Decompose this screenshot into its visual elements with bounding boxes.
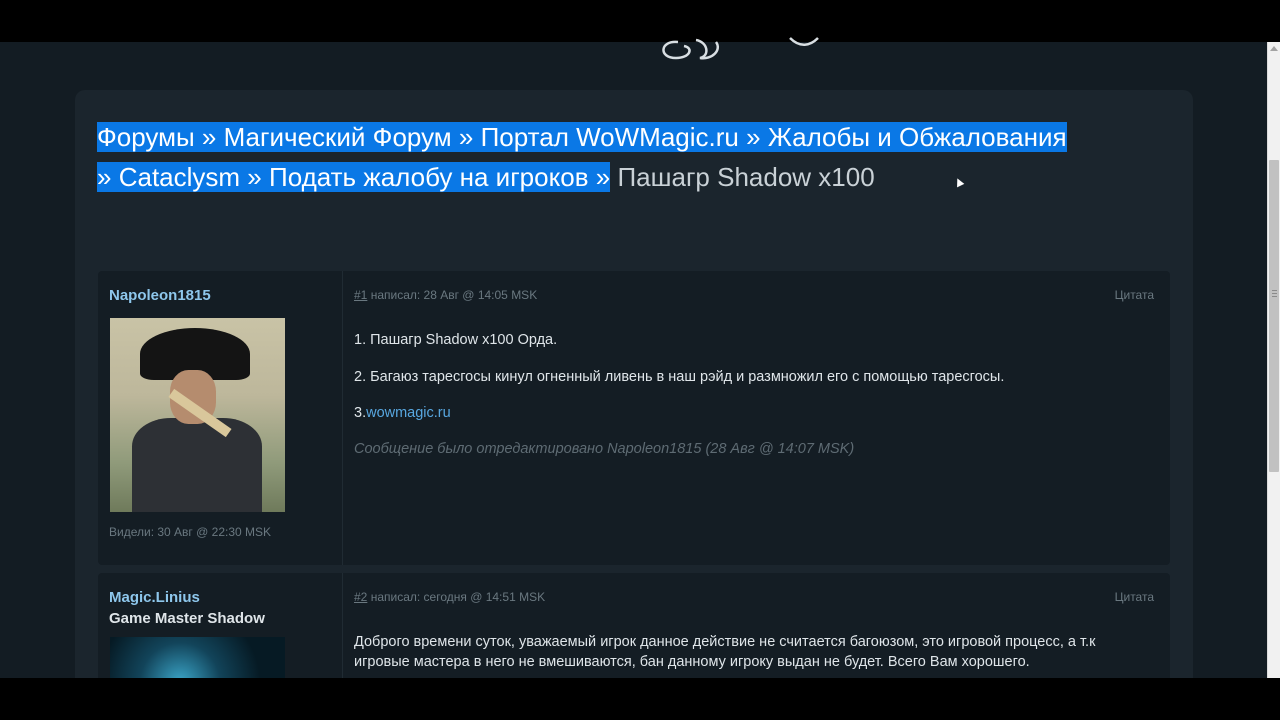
post-author-panel: Napoleon1815 Видели: 30 Авг @ 22:30 MSK: [98, 271, 343, 565]
reply-text: Доброго времени суток, уважаемый игрок д…: [354, 634, 1096, 670]
breadcrumb-cataclysm[interactable]: Cataclysm: [118, 162, 241, 192]
breadcrumb-separator: »: [738, 122, 768, 152]
scroll-thumb[interactable]: [1269, 160, 1279, 472]
post-date: написал: сегодня @ 14:51 MSK: [367, 590, 546, 604]
post-line-3-prefix: 3.: [354, 405, 367, 421]
scroll-grip-line: [1272, 290, 1277, 291]
post-number-link[interactable]: #2: [354, 590, 367, 604]
breadcrumb-separator: »: [451, 122, 481, 152]
forum-post: Napoleon1815 Видели: 30 Авг @ 22:30 MSK …: [98, 271, 1170, 565]
post-number-link[interactable]: #1: [354, 288, 367, 302]
post-meta: #1 написал: 28 Авг @ 14:05 MSK: [354, 288, 537, 302]
quote-button[interactable]: Цитата: [1115, 590, 1154, 604]
post-date: написал: 28 Авг @ 14:05 MSK: [367, 288, 538, 302]
breadcrumb-submit-complaint[interactable]: Подать жалобу на игроков: [269, 162, 589, 192]
wowmagic-link[interactable]: wowmagic.ru: [366, 405, 451, 421]
breadcrumb-separator: »: [97, 162, 119, 192]
post-body: #1 написал: 28 Авг @ 14:05 MSK Цитата 1.…: [343, 271, 1170, 565]
avatar[interactable]: [110, 318, 285, 512]
breadcrumb-separator: »: [588, 162, 611, 192]
breadcrumb-complaints[interactable]: Жалобы и Обжалования: [767, 122, 1067, 152]
author-name[interactable]: Napoleon1815: [109, 287, 211, 304]
breadcrumb-separator: »: [194, 122, 224, 152]
scroll-grip-line: [1272, 296, 1277, 297]
scroll-up-arrow-icon[interactable]: [1270, 46, 1278, 51]
site-logo: [662, 37, 819, 60]
breadcrumb-separator: »: [240, 162, 269, 192]
breadcrumb: Форумы » Магический Форум » Портал WoWMa…: [97, 117, 1177, 197]
scrollbar[interactable]: [1267, 42, 1280, 678]
post-line-2: 2. Багаюз таресгосы кинул огненный ливен…: [354, 369, 1005, 385]
quote-button[interactable]: Цитата: [1115, 288, 1154, 302]
avatar-coat: [132, 418, 262, 512]
breadcrumb-portal[interactable]: Портал WoWMagic.ru: [480, 122, 739, 152]
browser-top-bar: [0, 0, 1280, 42]
last-seen: Видели: 30 Авг @ 22:30 MSK: [109, 525, 272, 539]
post-line-1: 1. Пашагр Shadow x100 Орда.: [354, 332, 558, 348]
author-name[interactable]: Magic.Linius: [109, 589, 200, 606]
breadcrumb-forums[interactable]: Форумы: [97, 122, 195, 152]
post-line-3: 3.wowmagic.ru: [354, 405, 451, 421]
post-meta: #2 написал: сегодня @ 14:51 MSK: [354, 590, 545, 604]
scroll-grip-line: [1272, 293, 1277, 294]
breadcrumb-magic-forum[interactable]: Магический Форум: [223, 122, 452, 152]
edited-note: Сообщение было отредактировано Napoleon1…: [354, 441, 855, 457]
breadcrumb-current-topic: Пашагр Shadow x100: [617, 162, 875, 192]
author-rank: Game Master Shadow: [109, 610, 265, 627]
browser-bottom-bar: [0, 678, 1280, 720]
